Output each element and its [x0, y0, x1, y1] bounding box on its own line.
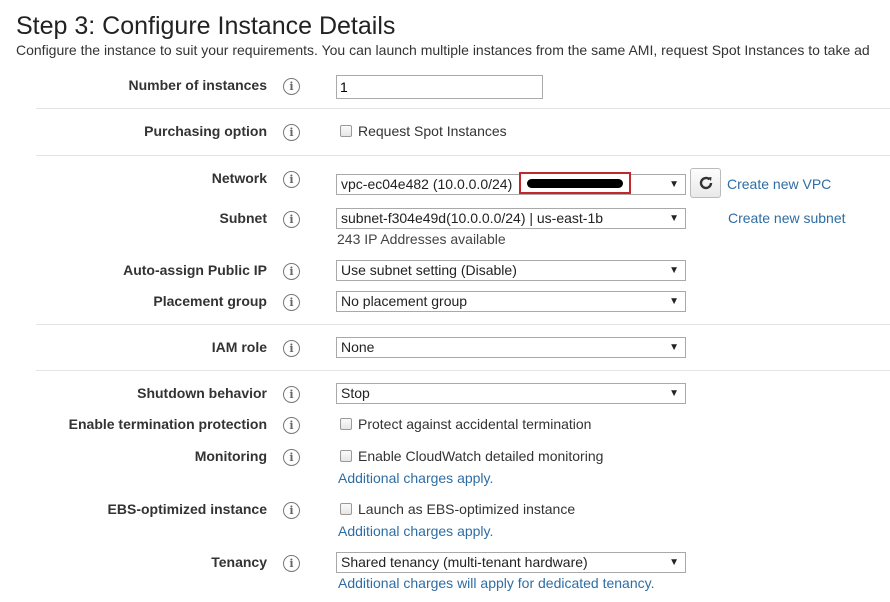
chevron-down-icon: ▼ [669, 265, 679, 276]
info-icon[interactable]: i [283, 171, 300, 188]
shutdown-select[interactable]: Stop ▼ [336, 383, 686, 404]
public-ip-label: Auto-assign Public IP [123, 262, 267, 278]
ebs-checkbox-row[interactable]: Launch as EBS-optimized instance [340, 501, 575, 517]
divider [36, 155, 890, 156]
monitoring-checkbox-label: Enable CloudWatch detailed monitoring [358, 448, 604, 464]
tenancy-charges-link[interactable]: Additional charges will apply for dedica… [338, 575, 654, 591]
spot-instances-checkbox-row[interactable]: Request Spot Instances [340, 123, 507, 139]
subnet-select[interactable]: subnet-f304e49d(10.0.0.0/24) | us-east-1… [336, 208, 686, 229]
instances-input[interactable] [336, 75, 543, 99]
network-select-value: vpc-ec04e482 (10.0.0.0/24) [341, 176, 513, 192]
spot-instances-checkbox-label: Request Spot Instances [358, 123, 507, 139]
monitoring-checkbox-row[interactable]: Enable CloudWatch detailed monitoring [340, 448, 603, 464]
subnet-select-value: subnet-f304e49d(10.0.0.0/24) | us-east-1… [341, 210, 604, 226]
iam-select-value: None [341, 339, 375, 355]
divider [36, 370, 890, 371]
public-ip-select-value: Use subnet setting (Disable) [341, 262, 517, 278]
shutdown-label: Shutdown behavior [137, 385, 267, 401]
page-subtitle: Configure the instance to suit your requ… [16, 42, 870, 58]
info-icon[interactable]: i [283, 78, 300, 95]
divider [36, 108, 890, 109]
info-icon[interactable]: i [283, 211, 300, 228]
placement-label: Placement group [153, 293, 267, 309]
ebs-checkbox-label: Launch as EBS-optimized instance [358, 501, 576, 517]
purchasing-label: Purchasing option [144, 123, 267, 139]
info-icon[interactable]: i [283, 340, 300, 357]
termination-label: Enable termination protection [68, 416, 267, 432]
termination-checkbox-row[interactable]: Protect against accidental termination [340, 416, 591, 432]
monitoring-label: Monitoring [194, 448, 267, 464]
chevron-down-icon: ▼ [669, 388, 679, 399]
refresh-button[interactable] [690, 168, 721, 198]
instances-label: Number of instances [128, 77, 267, 93]
create-new-subnet-link[interactable]: Create new subnet [728, 210, 846, 226]
subnet-ip-count: 243 IP Addresses available [337, 231, 506, 247]
info-icon[interactable]: i [283, 502, 300, 519]
ebs-charges-link[interactable]: Additional charges apply. [338, 523, 493, 539]
iam-select[interactable]: None ▼ [336, 337, 686, 358]
ebs-label: EBS-optimized instance [107, 501, 267, 517]
tenancy-select[interactable]: Shared tenancy (multi-tenant hardware) ▼ [336, 552, 686, 573]
info-icon[interactable]: i [283, 555, 300, 572]
info-icon[interactable]: i [283, 124, 300, 141]
info-icon[interactable]: i [283, 449, 300, 466]
monitoring-checkbox[interactable] [340, 450, 352, 462]
chevron-down-icon: ▼ [669, 213, 679, 224]
placement-select[interactable]: No placement group ▼ [336, 291, 686, 312]
public-ip-select[interactable]: Use subnet setting (Disable) ▼ [336, 260, 686, 281]
create-new-vpc-link[interactable]: Create new VPC [727, 176, 831, 192]
info-icon[interactable]: i [283, 263, 300, 280]
spot-instances-checkbox[interactable] [340, 125, 352, 137]
chevron-down-icon: ▼ [669, 179, 679, 190]
redaction-box [519, 172, 631, 194]
shutdown-select-value: Stop [341, 385, 370, 401]
termination-checkbox[interactable] [340, 418, 352, 430]
tenancy-label: Tenancy [211, 554, 267, 570]
termination-checkbox-label: Protect against accidental termination [358, 416, 592, 432]
refresh-icon [699, 176, 712, 190]
redaction-blob [527, 178, 623, 188]
chevron-down-icon: ▼ [669, 557, 679, 568]
divider [36, 324, 890, 325]
network-select[interactable]: vpc-ec04e482 (10.0.0.0/24) ▼ [336, 174, 686, 195]
info-icon[interactable]: i [283, 417, 300, 434]
placement-select-value: No placement group [341, 293, 468, 309]
info-icon[interactable]: i [283, 386, 300, 403]
monitoring-charges-link[interactable]: Additional charges apply. [338, 470, 493, 486]
ebs-checkbox[interactable] [340, 503, 352, 515]
subnet-label: Subnet [219, 210, 267, 226]
network-label: Network [211, 170, 267, 186]
chevron-down-icon: ▼ [669, 296, 679, 307]
chevron-down-icon: ▼ [669, 342, 679, 353]
tenancy-select-value: Shared tenancy (multi-tenant hardware) [341, 554, 588, 570]
page-title: Step 3: Configure Instance Details [16, 12, 396, 40]
info-icon[interactable]: i [283, 294, 300, 311]
iam-label: IAM role [211, 339, 267, 355]
